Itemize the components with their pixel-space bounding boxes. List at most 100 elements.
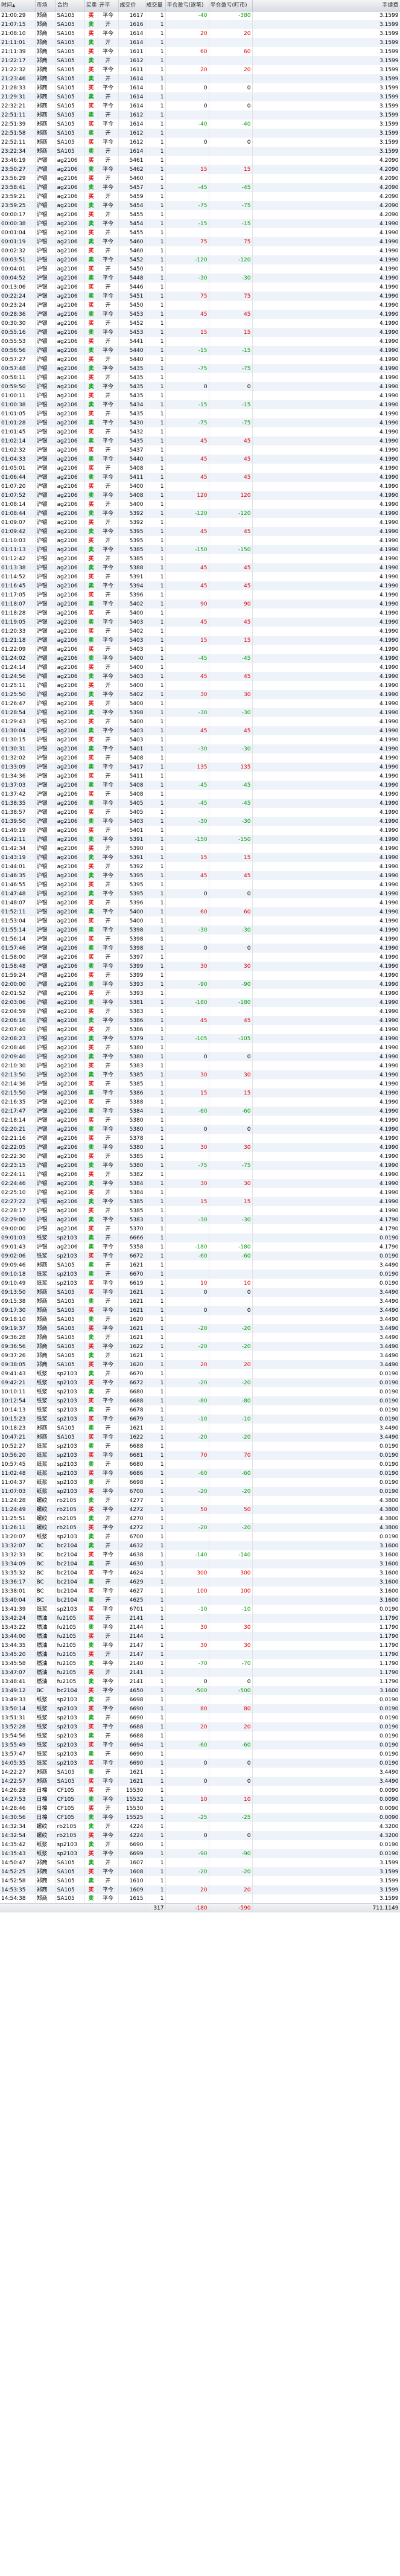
table-row[interactable]: 01:42:11 沪银 ag2106 卖平今 5391 1 -150 -150 4.1990 xyxy=(0,835,400,844)
table-row[interactable]: 13:45:20 燃油 fu2105 买开 2147 1 1.1790 xyxy=(0,1650,400,1659)
table-row[interactable]: 09:18:10 郑商 SA105 卖开 1620 1 3.4490 xyxy=(0,1315,400,1324)
table-row[interactable]: 10:15:23 纸浆 sp2103 买平今 6679 1 -10 -10 0.0190 xyxy=(0,1414,400,1424)
table-row[interactable]: 01:37:03 沪银 ag2106 卖平今 5408 1 -45 -45 4.1990 xyxy=(0,781,400,790)
table-row[interactable]: 01:38:57 沪银 ag2106 买开 5405 1 4.1990 xyxy=(0,808,400,817)
table-row[interactable]: 01:00:38 沪银 ag2106 卖平今 5434 1 -15 -15 4.1990 xyxy=(0,400,400,409)
table-row[interactable]: 02:24:46 沪银 ag2106 卖平今 5384 1 30 30 4.1990 xyxy=(0,1179,400,1188)
table-row[interactable]: 01:09:42 沪银 ag2106 卖平今 5395 1 45 45 4.1990 xyxy=(0,527,400,536)
table-row[interactable]: 10:47:21 郑商 SA105 买平今 1622 1 -20 -20 3.4490 xyxy=(0,1433,400,1442)
table-row[interactable]: 09:02:06 纸浆 sp2103 买平今 6672 1 -60 -60 0.0190 xyxy=(0,1251,400,1261)
table-row[interactable]: 22:32:21 郑商 SA105 买平今 1614 1 0 0 3.1599 xyxy=(0,101,400,110)
table-row[interactable]: 09:17:30 郑商 SA105 买平今 1621 1 0 0 3.4490 xyxy=(0,1306,400,1315)
table-row[interactable]: 09:01:43 沪银 ag2106 卖平今 5358 1 -180 -180 4.1790 xyxy=(0,1242,400,1251)
table-row[interactable]: 00:02:32 沪银 ag2106 买开 5460 1 4.1990 xyxy=(0,246,400,255)
table-row[interactable]: 01:25:50 沪银 ag2106 卖平今 5402 1 30 30 4.1990 xyxy=(0,690,400,699)
table-row[interactable]: 01:42:34 沪银 ag2106 买开 5390 1 4.1990 xyxy=(0,844,400,853)
table-row[interactable]: 01:59:24 沪银 ag2106 买开 5399 1 4.1990 xyxy=(0,971,400,980)
table-row[interactable]: 21:07:15 郑商 SA105 卖开 1616 1 3.1599 xyxy=(0,20,400,29)
table-row[interactable]: 00:57:27 沪银 ag2106 买开 5440 1 4.1990 xyxy=(0,355,400,364)
table-row[interactable]: 02:08:23 沪银 ag2106 卖平今 5379 1 -105 -105 4.1990 xyxy=(0,1034,400,1043)
table-row[interactable]: 11:02:48 纸浆 sp2103 买平今 6686 1 -60 -60 0.0190 xyxy=(0,1469,400,1478)
table-row[interactable]: 13:54:56 纸浆 sp2103 卖开 6688 1 0.0190 xyxy=(0,1731,400,1740)
table-row[interactable]: 13:49:33 纸浆 sp2103 卖开 6698 1 0.0190 xyxy=(0,1695,400,1704)
table-row[interactable]: 13:38:01 BC bc2104 买平今 4627 1 100 100 3.1600 xyxy=(0,1587,400,1596)
table-row[interactable]: 13:55:49 纸浆 sp2103 买平今 6694 1 -60 -60 0.0190 xyxy=(0,1740,400,1750)
table-row[interactable]: 10:56:20 纸浆 sp2103 买平今 6681 1 70 70 0.0190 xyxy=(0,1451,400,1460)
table-row[interactable]: 01:43:19 沪银 ag2106 卖平今 5391 1 15 15 4.1990 xyxy=(0,853,400,862)
table-row[interactable]: 00:13:06 沪银 ag2106 买开 5446 1 4.1990 xyxy=(0,283,400,292)
table-row[interactable]: 01:02:14 沪银 ag2106 卖平今 5435 1 45 45 4.1990 xyxy=(0,436,400,446)
table-row[interactable]: 01:44:01 沪银 ag2106 买开 5392 1 4.1990 xyxy=(0,862,400,871)
table-row[interactable]: 13:49:12 BC bc2104 买平今 4650 1 -500 -500 3.1600 xyxy=(0,1686,400,1695)
table-row[interactable]: 13:50:14 纸浆 sp2103 买平今 6690 1 80 80 0.0190 xyxy=(0,1704,400,1713)
table-row[interactable]: 01:22:09 沪银 ag2106 买开 5403 1 4.1990 xyxy=(0,645,400,654)
table-row[interactable]: 01:57:46 沪银 ag2106 卖平今 5398 1 0 0 4.1990 xyxy=(0,944,400,953)
table-row[interactable]: 02:29:00 沪银 ag2106 卖平今 5383 1 -30 -30 4.1790 xyxy=(0,1215,400,1224)
table-row[interactable]: 01:46:55 沪银 ag2106 买开 5395 1 4.1990 xyxy=(0,880,400,889)
table-row[interactable]: 01:24:02 沪银 ag2106 卖平今 5400 1 -45 -45 4.1990 xyxy=(0,654,400,663)
table-row[interactable]: 14:54:38 郑商 SA105 卖平今 1615 1 3.1599 xyxy=(0,1894,400,1903)
table-row[interactable]: 01:10:03 沪银 ag2106 买开 5395 1 4.1990 xyxy=(0,536,400,545)
column-header-fee[interactable]: 手续费 xyxy=(252,0,400,11)
table-row[interactable]: 10:12:54 纸浆 sp2103 买平今 6688 1 -80 -80 0.0190 xyxy=(0,1396,400,1405)
table-row[interactable]: 01:40:19 沪银 ag2106 买开 5401 1 4.1990 xyxy=(0,826,400,835)
table-row[interactable]: 01:25:11 沪银 ag2106 买开 5400 1 4.1990 xyxy=(0,681,400,690)
table-row[interactable]: 10:18:23 郑商 SA105 卖开 1621 1 3.4490 xyxy=(0,1424,400,1433)
column-header-pnl-close[interactable]: 平仓盈亏(逐笔) xyxy=(165,0,209,11)
table-row[interactable]: 14:05:35 纸浆 sp2103 买平今 6690 1 0 0 0.0190 xyxy=(0,1759,400,1768)
table-row[interactable]: 02:17:47 沪银 ag2106 卖平今 5384 1 -60 -60 4.1990 xyxy=(0,1107,400,1116)
table-row[interactable]: 10:14:13 纸浆 sp2103 卖开 6678 1 0.0190 xyxy=(0,1405,400,1414)
table-row[interactable]: 13:47:07 燃油 fu2105 买开 2141 1 1.1790 xyxy=(0,1668,400,1677)
table-row[interactable]: 01:00:11 沪银 ag2106 买开 5435 1 4.1990 xyxy=(0,391,400,400)
table-row[interactable]: 00:57:48 沪银 ag2106 卖平今 5435 1 -75 -75 4.1990 xyxy=(0,364,400,373)
table-row[interactable]: 02:08:46 沪银 ag2106 买开 5380 1 4.1990 xyxy=(0,1043,400,1052)
table-row[interactable]: 02:13:50 沪银 ag2106 卖平今 5385 1 30 30 4.1990 xyxy=(0,1070,400,1079)
column-header-exchange[interactable]: 市场 xyxy=(35,0,56,11)
table-row[interactable]: 01:30:15 沪银 ag2106 买开 5403 1 4.1990 xyxy=(0,735,400,744)
table-row[interactable]: 00:01:04 沪银 ag2106 买开 5455 1 4.1990 xyxy=(0,228,400,237)
table-row[interactable]: 01:08:44 沪银 ag2106 卖平今 5392 1 -120 -120 4.1990 xyxy=(0,509,400,518)
table-row[interactable]: 21:29:31 郑商 SA105 卖开 1614 1 3.1599 xyxy=(0,92,400,101)
table-row[interactable]: 21:11:39 郑商 SA105 买平今 1611 1 60 60 3.1599 xyxy=(0,47,400,56)
table-row[interactable]: 01:01:45 沪银 ag2106 买开 5432 1 4.1990 xyxy=(0,427,400,436)
table-row[interactable]: 13:41:39 纸浆 sp2103 买平今 6701 1 -10 -10 0.0190 xyxy=(0,1605,400,1614)
table-row[interactable]: 14:52:58 郑商 SA105 卖开 1610 1 3.1599 xyxy=(0,1876,400,1885)
table-row[interactable]: 13:34:09 BC bc2104 卖开 4630 1 3.1600 xyxy=(0,1559,400,1568)
table-row[interactable]: 14:28:46 日棉 CF105 买开 15530 1 0.0090 xyxy=(0,1804,400,1813)
table-row[interactable]: 14:22:27 郑商 SA105 卖开 1621 1 3.4490 xyxy=(0,1768,400,1777)
table-row[interactable]: 01:46:35 沪银 ag2106 卖平今 5395 1 45 45 4.1990 xyxy=(0,871,400,880)
table-row[interactable]: 01:18:07 沪银 ag2106 卖平今 5402 1 90 90 4.1990 xyxy=(0,599,400,609)
table-row[interactable]: 21:22:17 郑商 SA105 卖开 1612 1 3.1599 xyxy=(0,56,400,65)
table-row[interactable]: 21:00:29 郑商 SA105 买平今 1617 1 -40 -380 3.1599 xyxy=(0,11,400,20)
table-row[interactable]: 02:14:36 沪银 ag2106 买开 5385 1 4.1990 xyxy=(0,1079,400,1088)
table-row[interactable]: 01:37:42 沪银 ag2106 买开 5408 1 4.1990 xyxy=(0,790,400,799)
table-row[interactable]: 11:25:51 螺纹 rb2105 卖开 4270 1 4.3800 xyxy=(0,1514,400,1523)
table-row[interactable]: 21:23:46 郑商 SA105 卖开 1614 1 3.1599 xyxy=(0,74,400,83)
table-row[interactable]: 14:35:42 纸浆 sp2103 卖开 6690 1 0.0190 xyxy=(0,1840,400,1849)
table-row[interactable]: 00:00:38 沪银 ag2106 卖平今 5454 1 -15 -15 4.1990 xyxy=(0,219,400,228)
table-row[interactable]: 14:52:25 郑商 SA105 买平今 1608 1 -20 -20 3.1599 xyxy=(0,1867,400,1876)
table-row[interactable]: 01:19:05 沪银 ag2106 卖平今 5403 1 45 45 4.1990 xyxy=(0,618,400,627)
table-row[interactable]: 00:22:24 沪银 ag2106 卖平今 5451 1 75 75 4.1990 xyxy=(0,292,400,301)
table-row[interactable]: 14:32:54 螺纹 rb2105 买平今 4224 1 0 0 4.3200 xyxy=(0,1831,400,1840)
table-row[interactable]: 01:52:11 沪银 ag2106 卖平今 5400 1 60 60 4.1990 xyxy=(0,907,400,916)
table-row[interactable]: 01:09:07 沪银 ag2106 买开 5392 1 4.1990 xyxy=(0,518,400,527)
column-header-price[interactable]: 成交价 xyxy=(118,0,145,11)
table-row[interactable]: 10:57:45 纸浆 sp2103 卖开 6680 1 0.0190 xyxy=(0,1460,400,1469)
table-row[interactable]: 09:38:05 郑商 SA105 买平今 1620 1 20 20 3.4490 xyxy=(0,1360,400,1369)
table-row[interactable]: 00:56:56 沪银 ag2106 卖平今 5440 1 -15 -15 4.1990 xyxy=(0,346,400,355)
table-row[interactable]: 01:29:43 沪银 ag2106 买开 5400 1 4.1990 xyxy=(0,717,400,726)
table-row[interactable]: 01:24:14 沪银 ag2106 买开 5400 1 4.1990 xyxy=(0,663,400,672)
table-row[interactable]: 01:08:14 沪银 ag2106 买开 5400 1 4.1990 xyxy=(0,500,400,509)
table-row[interactable]: 01:01:05 沪银 ag2106 买开 5435 1 4.1990 xyxy=(0,409,400,418)
table-row[interactable]: 01:18:28 沪银 ag2106 买开 5400 1 4.1990 xyxy=(0,609,400,618)
table-row[interactable]: 09:15:38 郑商 SA105 卖开 1621 1 3.4490 xyxy=(0,1297,400,1306)
table-row[interactable]: 00:23:24 沪银 ag2106 买开 5450 1 4.1990 xyxy=(0,301,400,310)
column-header-direction[interactable]: 买卖 xyxy=(84,0,98,11)
table-row[interactable]: 23:46:19 沪银 ag2106 买开 5461 1 4.2090 xyxy=(0,156,400,165)
table-row[interactable]: 02:20:21 沪银 ag2106 卖平今 5380 1 0 0 4.1990 xyxy=(0,1125,400,1134)
table-row[interactable]: 02:04:59 沪银 ag2106 买开 5383 1 4.1990 xyxy=(0,1007,400,1016)
table-row[interactable]: 02:27:22 沪银 ag2106 卖平今 5385 1 15 15 4.1990 xyxy=(0,1197,400,1206)
table-row[interactable]: 00:04:01 沪银 ag2106 买开 5450 1 4.1990 xyxy=(0,264,400,273)
table-row[interactable]: 10:52:27 纸浆 sp2103 卖开 6688 1 0.0190 xyxy=(0,1442,400,1451)
